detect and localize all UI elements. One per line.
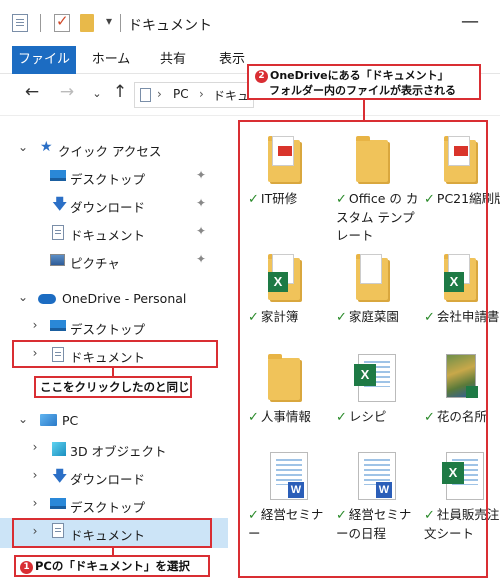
- nav-label: ピクチャ: [70, 256, 120, 271]
- download-icon: 🡇: [52, 195, 68, 213]
- callout-connector: [363, 100, 365, 120]
- nav-label: ダウンロード: [70, 472, 146, 487]
- chevron-right-icon[interactable]: ›: [199, 87, 204, 101]
- desktop-icon: [50, 498, 66, 509]
- callout-connector: [112, 368, 114, 376]
- new-folder-icon[interactable]: [80, 14, 94, 32]
- highlight-onedrive-files: [238, 120, 488, 578]
- desktop-icon: [50, 170, 66, 181]
- quick-access-toolbar-dropdown[interactable]: ▾: [106, 14, 112, 28]
- nav-label: デスクトップ: [70, 172, 146, 187]
- nav-label: デスクトップ: [70, 500, 146, 515]
- chevron-right-icon[interactable]: ›: [28, 496, 42, 510]
- pictures-icon: [50, 254, 65, 266]
- download-icon: 🡇: [52, 467, 68, 485]
- callout-text: PCの「ドキュメント」を選択: [35, 559, 190, 573]
- nav-pc[interactable]: ⌄ PC: [0, 408, 228, 434]
- file-explorer-window: ▾ ドキュメント — ファイル ホーム 共有 表示 ← → ⌄ ↑ › PC ›…: [0, 0, 500, 585]
- nav-quick-documents[interactable]: ドキュメント ✦: [0, 220, 228, 246]
- star-icon: ★: [40, 139, 53, 155]
- nav-label: デスクトップ: [70, 322, 146, 337]
- pc-icon: [40, 414, 57, 426]
- nav-label: OneDrive - Personal: [62, 291, 187, 306]
- chevron-right-icon[interactable]: ›: [28, 468, 42, 482]
- callout-onedrive-files: 2 OneDriveにある「ドキュメント」 フォルダー内のファイルが表示される: [247, 64, 481, 100]
- properties-icon[interactable]: [54, 12, 70, 32]
- nav-quick-pictures[interactable]: ピクチャ ✦: [0, 248, 228, 274]
- callout-text: OneDriveにある「ドキュメント」: [270, 69, 449, 82]
- tab-file[interactable]: ファイル: [12, 46, 76, 74]
- nav-pc-downloads[interactable]: › 🡇 ダウンロード: [0, 464, 228, 490]
- minimize-button[interactable]: —: [455, 8, 485, 36]
- nav-label: PC: [62, 413, 79, 428]
- callout-text: フォルダー内のファイルが表示される: [269, 84, 456, 97]
- pin-icon: ✦: [196, 168, 207, 182]
- pin-icon: ✦: [196, 196, 207, 210]
- nav-onedrive[interactable]: ⌄ OneDrive - Personal: [0, 286, 228, 312]
- up-button[interactable]: ↑: [108, 82, 132, 102]
- nav-label: ドキュメント: [70, 228, 146, 243]
- divider: [40, 14, 41, 32]
- document-icon: [140, 88, 151, 102]
- highlight-onedrive-documents: [12, 340, 218, 368]
- title-bar: ▾ ドキュメント —: [0, 0, 500, 46]
- back-button[interactable]: ←: [20, 82, 44, 102]
- step-number-badge: 2: [255, 70, 268, 83]
- step-number-badge: 1: [20, 561, 33, 574]
- callout-connector: [112, 548, 114, 555]
- nav-pc-3d-objects[interactable]: › 3D オブジェクト: [0, 436, 228, 462]
- recent-locations-button[interactable]: ⌄: [85, 87, 109, 100]
- nav-quick-desktop[interactable]: デスクトップ ✦: [0, 164, 228, 190]
- chevron-down-icon[interactable]: ⌄: [16, 290, 30, 304]
- nav-label: クイック アクセス: [58, 144, 162, 159]
- chevron-right-icon[interactable]: ›: [157, 87, 162, 101]
- document-app-icon: [12, 14, 28, 32]
- callout-same-as-click: ここをクリックしたのと同じ: [34, 376, 192, 398]
- nav-quick-access[interactable]: ⌄ ★ クイック アクセス: [0, 136, 228, 162]
- onedrive-cloud-icon: [38, 294, 56, 304]
- document-icon: [52, 225, 64, 240]
- callout-select-pc-documents: 1 PCの「ドキュメント」を選択: [14, 555, 210, 577]
- breadcrumb-pc[interactable]: PC: [173, 87, 189, 101]
- chevron-right-icon[interactable]: ›: [28, 440, 42, 454]
- breadcrumb-documents[interactable]: ドキュメント: [213, 87, 251, 104]
- tab-home[interactable]: ホーム: [86, 46, 136, 74]
- window-title: ドキュメント: [128, 18, 212, 34]
- chevron-right-icon[interactable]: ›: [28, 318, 42, 332]
- tab-share[interactable]: 共有: [148, 46, 198, 74]
- forward-button[interactable]: →: [55, 82, 79, 102]
- pin-icon: ✦: [196, 224, 207, 238]
- chevron-down-icon[interactable]: ⌄: [16, 412, 30, 426]
- highlight-pc-documents: [12, 518, 212, 548]
- divider: [120, 14, 121, 32]
- desktop-icon: [50, 320, 66, 331]
- chevron-down-icon[interactable]: ⌄: [16, 140, 30, 154]
- nav-quick-downloads[interactable]: 🡇 ダウンロード ✦: [0, 192, 228, 218]
- 3d-objects-icon: [52, 442, 66, 456]
- nav-label: 3D オブジェクト: [70, 444, 167, 459]
- pin-icon: ✦: [196, 252, 207, 266]
- nav-onedrive-desktop[interactable]: › デスクトップ: [0, 314, 228, 340]
- nav-label: ダウンロード: [70, 200, 146, 215]
- nav-pc-desktop[interactable]: › デスクトップ: [0, 492, 228, 518]
- address-bar[interactable]: › PC › ドキュメント: [134, 82, 254, 108]
